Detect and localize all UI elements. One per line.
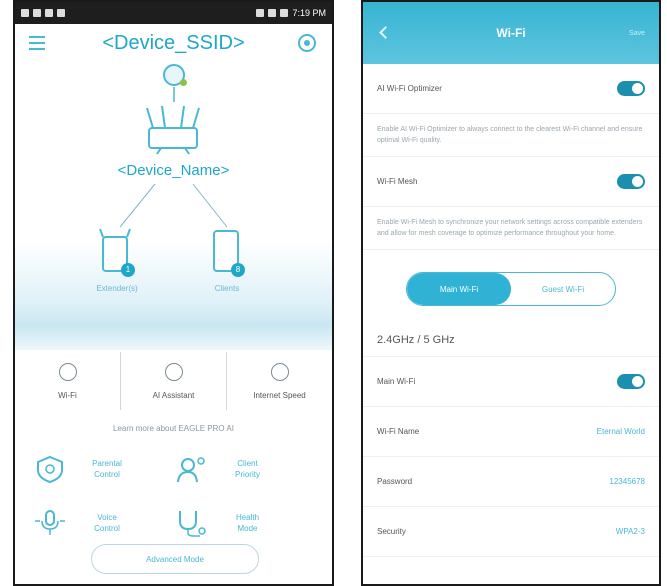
- shield-icon: [37, 455, 63, 483]
- band-title: 2.4GHz / 5 GHz: [363, 306, 659, 357]
- clients-node[interactable]: 8: [205, 227, 245, 277]
- feature-label-line: Mode: [237, 524, 258, 533]
- network-topology: <Device_Name> 1 8 Extender(s) Clients: [15, 62, 332, 302]
- feature-label-line: Control: [94, 470, 120, 479]
- system-icons: 7:19 PM: [256, 8, 326, 18]
- feature-label-line: Control: [94, 524, 120, 533]
- ai-optimizer-description: Enable AI Wi-Fi Optimizer to always conn…: [363, 114, 659, 157]
- notification-icon: [45, 9, 53, 17]
- wifi-icon: [58, 362, 77, 381]
- quick-action-label: AI Assistant: [152, 390, 195, 400]
- advanced-mode-button[interactable]: Advanced Mode: [91, 544, 259, 574]
- main-wifi-toggle[interactable]: [617, 374, 645, 389]
- battery-icon: [280, 9, 289, 17]
- quick-action-wifi[interactable]: Wi-Fi: [15, 352, 121, 410]
- quick-action-ai-assistant[interactable]: AI Assistant: [121, 352, 227, 410]
- wifi-name-row[interactable]: Wi-Fi Name Eternal World: [363, 407, 659, 457]
- wifi-mesh-row: Wi-Fi Mesh: [363, 157, 659, 207]
- feature-voice-control[interactable]: Voice Control: [33, 509, 174, 537]
- feature-grid: Parental Control Client Priority Voice C…: [15, 455, 332, 537]
- home-screen: 7:19 PM <Device_SSID> <Device_Name> 1 8 …: [13, 0, 334, 586]
- quick-action-internet-speed[interactable]: Internet Speed: [227, 352, 332, 410]
- password-value: 12345678: [609, 477, 645, 486]
- user-priority-icon: [176, 457, 205, 483]
- status-time: 7:19 PM: [292, 8, 326, 18]
- wave-divider: [15, 302, 332, 350]
- wifi-mesh-toggle[interactable]: [617, 174, 645, 189]
- learn-more-link[interactable]: Learn more about EAGLE PRO AI: [15, 424, 332, 433]
- notification-icon: [57, 9, 65, 17]
- tab-guest-wifi[interactable]: Guest Wi-Fi: [511, 273, 615, 305]
- wifi-header: Wi-Fi Save: [363, 2, 659, 64]
- save-button[interactable]: Save: [629, 30, 645, 37]
- home-header: <Device_SSID>: [15, 24, 332, 62]
- feature-parental-control[interactable]: Parental Control: [33, 455, 174, 483]
- feature-label: Voice Control: [85, 512, 129, 534]
- feature-label-line: Parental: [92, 459, 122, 468]
- wifi-type-tabs: Main Wi-Fi Guest Wi-Fi: [406, 272, 616, 306]
- feature-label-line: Client: [237, 459, 258, 468]
- ai-optimizer-label: AI Wi-Fi Optimizer: [377, 84, 442, 93]
- security-label: Security: [377, 527, 406, 536]
- stethoscope-icon: [178, 511, 206, 537]
- wifi-name-label: Wi-Fi Name: [377, 427, 420, 436]
- topology-lines: [119, 87, 228, 228]
- wifi-mesh-label: Wi-Fi Mesh: [377, 177, 418, 186]
- quick-actions: Wi-Fi AI Assistant Internet Speed: [15, 350, 332, 410]
- wifi-mesh-description: Enable Wi-Fi Mesh to synchronize your ne…: [363, 207, 659, 250]
- ai-optimizer-toggle[interactable]: [617, 81, 645, 96]
- device-name: <Device_Name>: [117, 162, 230, 179]
- ai-optimizer-row: AI Wi-Fi Optimizer: [363, 64, 659, 114]
- extender-count-badge: 1: [121, 263, 135, 277]
- wifi-name-value: Eternal World: [596, 427, 645, 436]
- notification-icon: [21, 9, 29, 17]
- page-title: Wi-Fi: [496, 26, 526, 40]
- tab-main-wifi[interactable]: Main Wi-Fi: [407, 273, 511, 305]
- internet-globe-icon: [163, 64, 187, 86]
- notification-icons: [21, 9, 65, 17]
- feature-label-line: Health: [235, 513, 260, 522]
- extender-label: Extender(s): [96, 284, 138, 293]
- password-row[interactable]: Password 12345678: [363, 457, 659, 507]
- password-label: Password: [377, 477, 413, 486]
- security-value: WPA2-3: [615, 527, 645, 536]
- microphone-icon: [35, 510, 65, 535]
- notification-icon: [33, 9, 41, 17]
- speed-icon: [270, 362, 289, 381]
- extender-node[interactable]: 1: [95, 227, 135, 277]
- feature-client-priority[interactable]: Client Priority: [174, 455, 315, 483]
- quick-action-label: Wi-Fi: [58, 390, 77, 400]
- device-ssid: <Device_SSID>: [102, 31, 245, 54]
- feature-health-mode[interactable]: Health Mode: [174, 509, 315, 537]
- feature-label: Client Priority: [226, 458, 270, 480]
- router-icon[interactable]: [143, 102, 203, 156]
- wifi-settings-screen: Wi-Fi Save AI Wi-Fi Optimizer Enable AI …: [361, 0, 661, 586]
- quick-action-label: Internet Speed: [253, 390, 306, 400]
- status-bar: 7:19 PM: [15, 2, 332, 24]
- back-arrow-icon[interactable]: [379, 26, 392, 39]
- settings-icon[interactable]: [298, 34, 316, 52]
- clients-count-badge: 8: [231, 263, 245, 277]
- wifi-status-icon: [256, 9, 265, 17]
- security-row[interactable]: Security WPA2-3: [363, 507, 659, 557]
- signal-icon: [268, 9, 277, 17]
- feature-label: Parental Control: [85, 458, 129, 480]
- feature-label: Health Mode: [226, 512, 270, 534]
- clients-label: Clients: [214, 284, 240, 293]
- feature-label-line: Priority: [235, 470, 260, 479]
- main-wifi-row: Main Wi-Fi: [363, 357, 659, 407]
- menu-icon[interactable]: [29, 36, 45, 54]
- assistant-icon: [164, 362, 183, 381]
- main-wifi-label: Main Wi-Fi: [377, 377, 416, 386]
- feature-label-line: Voice: [97, 513, 117, 522]
